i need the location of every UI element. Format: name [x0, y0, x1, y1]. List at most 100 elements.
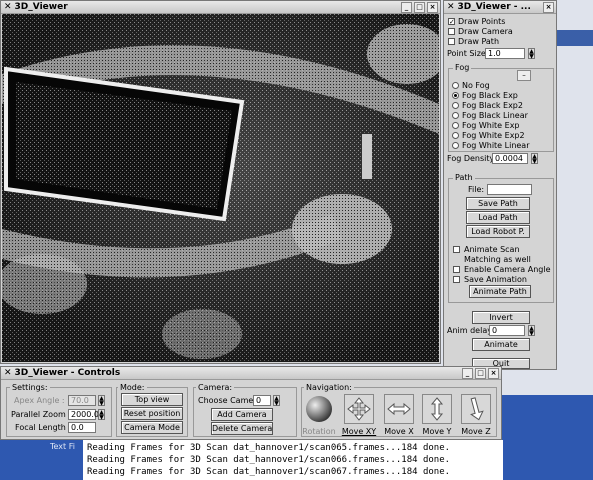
- animate-scan-label: Animate Scan: [464, 245, 520, 254]
- fog-density-input[interactable]: 0.0004: [492, 153, 528, 164]
- draw-path-checkbox[interactable]: [448, 38, 455, 45]
- draw-points-checkbox[interactable]: ✓: [448, 18, 455, 26]
- point-size-input[interactable]: 1.0: [485, 48, 525, 59]
- parallel-zoom-label: Parallel Zoom :: [11, 410, 71, 419]
- fog-density-spinner[interactable]: ▲ ▼: [531, 153, 538, 165]
- top-view-button[interactable]: Top view: [121, 393, 183, 406]
- load-robot-path-button[interactable]: Load Robot P.: [466, 225, 530, 238]
- save-path-button[interactable]: Save Path: [466, 197, 530, 210]
- app-x-icon: ✕: [447, 2, 455, 12]
- parallel-zoom-spinner[interactable]: ▲ ▼: [98, 409, 105, 421]
- fog-density-label: Fog Density:: [447, 154, 497, 163]
- matching-as-well-label: Matching as well: [464, 255, 531, 264]
- fog-radio-white-linear[interactable]: [452, 142, 459, 149]
- file-input[interactable]: [487, 184, 532, 195]
- rotation-label: Rotation: [302, 427, 336, 436]
- move-y-label: Move Y: [422, 427, 452, 436]
- fog-collapse-button[interactable]: –: [517, 70, 531, 81]
- anim-delay-label: Anim delay:: [447, 326, 495, 335]
- fog-option-label: No Fog: [462, 81, 490, 90]
- maximize-button[interactable]: □: [414, 1, 425, 13]
- delete-camera-button[interactable]: Delete Camera: [211, 422, 273, 435]
- fog-option-label: Fog Black Linear: [462, 111, 528, 120]
- controls-window[interactable]: ✕ 3D_Viewer - Controls _ □ × Settings: A…: [0, 366, 502, 440]
- controls-titlebar[interactable]: ✕ 3D_Viewer - Controls _ □ ×: [1, 367, 501, 380]
- fog-option-label: Fog White Linear: [462, 141, 530, 150]
- mode-group-title: Mode:: [118, 383, 147, 392]
- enable-camera-angle-checkbox[interactable]: [453, 266, 460, 273]
- viewer-titlebar[interactable]: ✕ 3D_Viewer _ □ ×: [1, 1, 440, 14]
- move-z-arrow-icon: [470, 397, 484, 421]
- navigation-group-title: Navigation:: [304, 383, 354, 392]
- draw-path-label: Draw Path: [458, 37, 500, 46]
- move-y-arrow-icon: [430, 397, 444, 421]
- apex-angle-spinner[interactable]: ▲ ▼: [98, 395, 105, 407]
- load-path-button[interactable]: Load Path: [466, 211, 530, 224]
- point-size-spinner[interactable]: ▲ ▼: [528, 48, 535, 60]
- move-xy-arrows-icon: [347, 397, 371, 421]
- fog-option-label: Fog White Exp2: [462, 131, 525, 140]
- save-animation-label: Save Animation: [464, 275, 527, 284]
- anim-delay-spinner[interactable]: ▲ ▼: [528, 325, 535, 337]
- minimize-button[interactable]: _: [462, 367, 473, 379]
- focal-length-label: Focal Length :: [15, 423, 72, 432]
- camera-group-title: Camera:: [196, 383, 235, 392]
- choose-camera-input[interactable]: 0: [253, 395, 271, 406]
- animate-scan-checkbox[interactable]: [453, 246, 460, 253]
- save-animation-checkbox[interactable]: [453, 276, 460, 283]
- move-xy-button[interactable]: [344, 394, 374, 424]
- terminal-line: Reading Frames for 3D Scan dat_hannover1…: [87, 455, 451, 465]
- move-x-arrow-icon: [387, 402, 411, 416]
- fog-option-label: Fog Black Exp2: [462, 101, 523, 110]
- draw-camera-checkbox[interactable]: [448, 28, 455, 35]
- apex-angle-label: Apex Angle :: [14, 396, 65, 405]
- path-group-title: Path: [453, 173, 475, 182]
- enable-camera-angle-label: Enable Camera Angle: [464, 265, 551, 274]
- fog-option-label: Fog White Exp: [462, 121, 520, 130]
- settings-group-title: Settings:: [10, 383, 50, 392]
- options-title: 3D_Viewer - ...: [457, 2, 531, 12]
- maximize-button[interactable]: □: [475, 367, 486, 379]
- fog-radio-black-exp[interactable]: [452, 92, 459, 99]
- app-x-icon: ✕: [4, 368, 12, 378]
- viewer-window[interactable]: ✕ 3D_Viewer _ □ ×: [0, 0, 441, 364]
- controls-title: 3D_Viewer - Controls: [14, 368, 121, 378]
- move-x-button[interactable]: [384, 394, 414, 424]
- close-button[interactable]: ×: [427, 1, 438, 13]
- camera-mode-button[interactable]: Camera Mode: [121, 421, 183, 434]
- choose-camera-label: Choose Camera: [198, 396, 262, 405]
- terminal-line: Reading Frames for 3D Scan dat_hannover1…: [87, 467, 451, 477]
- 3d-point-cloud-viewport[interactable]: [2, 14, 439, 362]
- draw-camera-label: Draw Camera: [458, 27, 513, 36]
- terminal-line: Reading Frames for 3D Scan dat_hannover1…: [87, 443, 451, 453]
- fog-group-title: Fog: [453, 63, 472, 72]
- invert-button[interactable]: Invert: [472, 311, 530, 324]
- move-y-button[interactable]: [422, 394, 452, 424]
- focal-length-input[interactable]: 0.0: [68, 422, 96, 433]
- reset-position-button[interactable]: Reset position: [121, 407, 183, 420]
- terminal-label: Text Fi: [50, 442, 75, 451]
- fog-radio-white-exp[interactable]: [452, 122, 459, 129]
- move-x-label: Move X: [384, 427, 414, 436]
- options-window[interactable]: ✕ 3D_Viewer - ... × ✓ Draw Points Draw C…: [443, 0, 557, 370]
- add-camera-button[interactable]: Add Camera: [211, 408, 273, 421]
- close-button[interactable]: ×: [488, 367, 499, 379]
- fog-radio-black-linear[interactable]: [452, 112, 459, 119]
- animate-button[interactable]: Animate: [472, 338, 530, 351]
- anim-delay-input[interactable]: 0: [489, 325, 525, 336]
- fog-radio-black-exp2[interactable]: [452, 102, 459, 109]
- animate-path-button[interactable]: Animate Path: [469, 285, 531, 298]
- close-button[interactable]: ×: [543, 1, 554, 13]
- fog-option-label: Fog Black Exp: [462, 91, 518, 100]
- options-titlebar[interactable]: ✕ 3D_Viewer - ... ×: [444, 1, 556, 14]
- fog-radio-white-exp2[interactable]: [452, 132, 459, 139]
- choose-camera-spinner[interactable]: ▲ ▼: [273, 395, 280, 407]
- apex-angle-input[interactable]: 70.0: [68, 395, 96, 406]
- parallel-zoom-input[interactable]: 2000.0: [68, 409, 99, 420]
- fog-radio-no-fog[interactable]: [452, 82, 459, 89]
- draw-points-label: Draw Points: [458, 17, 506, 26]
- move-xy-label: Move XY: [341, 427, 377, 436]
- rotation-ball-button[interactable]: [304, 394, 334, 424]
- move-z-button[interactable]: [461, 394, 491, 424]
- minimize-button[interactable]: _: [401, 1, 412, 13]
